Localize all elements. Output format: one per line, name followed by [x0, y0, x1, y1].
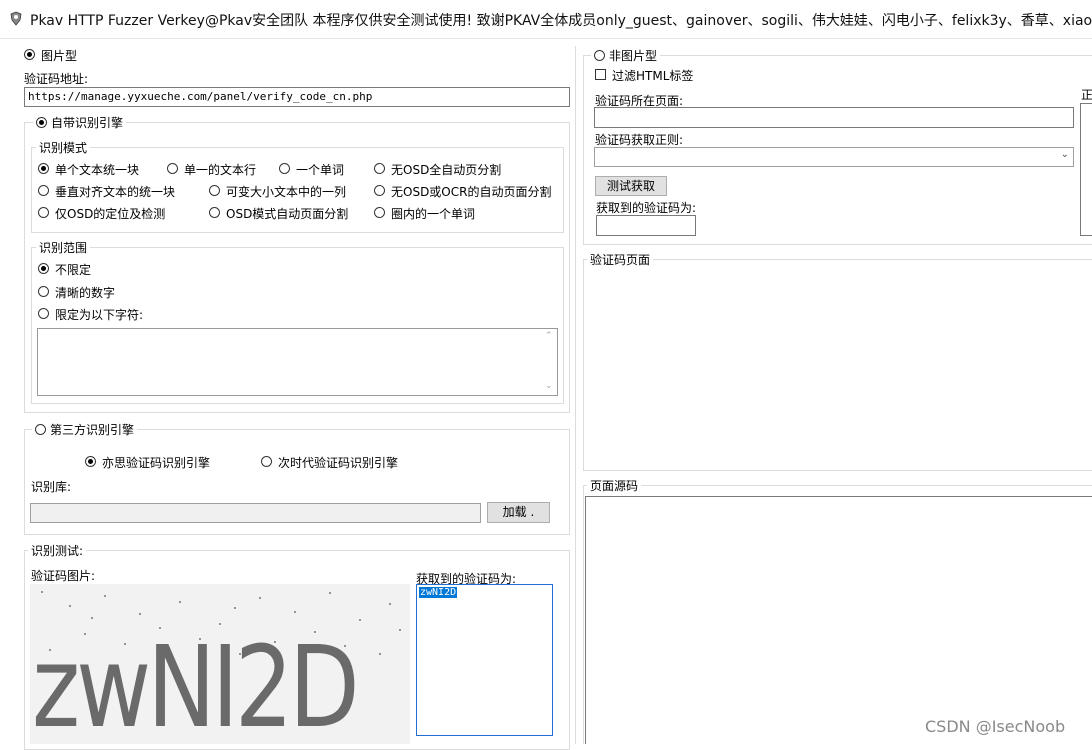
range-label-1: 清晰的数字	[55, 286, 116, 300]
column-separator	[575, 46, 576, 744]
mode-group-label: 识别模式	[36, 139, 91, 156]
captcha-url-input[interactable]: https://manage.yyxueche.com/panel/verify…	[24, 87, 570, 107]
app-icon	[10, 11, 22, 26]
third-party-label: 第三方识别引擎	[50, 423, 135, 437]
mode-label-9: 圈内的一个单词	[391, 207, 476, 221]
mode-radio-5[interactable]	[209, 185, 220, 196]
mode-label-7: 仅OSD的定位及检测	[55, 207, 166, 221]
image-type-radio[interactable]	[24, 49, 35, 60]
captcha-image-label: 验证码图片:	[31, 569, 96, 583]
non-image-label: 非图片型	[609, 49, 658, 63]
filter-html-checkbox[interactable]	[595, 69, 606, 80]
mode-label-6: 无OSD或OCR的自动页面分割	[391, 185, 552, 199]
mode-radio-1[interactable]	[167, 163, 178, 174]
result-value: zwNI2D	[419, 587, 458, 598]
non-image-legend: 非图片型	[591, 47, 661, 64]
image-type-label: 图片型	[41, 49, 78, 63]
builtin-engine-legend: 自带识别引擎	[34, 114, 127, 131]
range-radio-1[interactable]	[38, 286, 49, 297]
mode-label-2: 一个单词	[296, 163, 345, 177]
third-party-radio[interactable]	[35, 424, 46, 435]
range-group-label: 识别范围	[36, 239, 91, 256]
range-radio-0[interactable]	[38, 263, 49, 274]
scroll-up-icon[interactable]: ⌃	[545, 331, 553, 341]
captcha-url-value: https://manage.yyxueche.com/panel/verify…	[28, 90, 373, 103]
test-group-label: 识别测试:	[28, 542, 87, 559]
page-source-label: 页面源码	[587, 477, 642, 494]
got-value-input[interactable]	[596, 215, 696, 236]
library-path-input[interactable]	[30, 503, 481, 523]
textarea-scrollbar[interactable]: ⌃ ⌄	[541, 329, 557, 395]
mode-radio-2[interactable]	[279, 163, 290, 174]
range-label-2: 限定为以下字符:	[55, 308, 144, 322]
range-label-0: 不限定	[55, 263, 92, 277]
window-title: Pkav HTTP Fuzzer Verkey@Pkav安全团队 本程序仅供安全…	[30, 13, 1092, 29]
engine-label-1: 次时代验证码识别引擎	[278, 456, 399, 470]
page-source-textarea[interactable]	[585, 496, 1092, 744]
mode-label-5: 可变大小文本中的一列	[226, 185, 347, 199]
mode-radio-9[interactable]	[374, 207, 385, 218]
captcha-page-group	[583, 259, 1092, 471]
mode-radio-0[interactable]	[38, 163, 49, 174]
mode-label-8: OSD模式自动页面分割	[226, 207, 349, 221]
builtin-engine-label: 自带识别引擎	[51, 116, 124, 130]
library-label: 识别库:	[31, 480, 72, 494]
mode-label-4: 垂直对齐文本的统一块	[55, 185, 176, 199]
mode-radio-4[interactable]	[38, 185, 49, 196]
load-button[interactable]: 加载 .	[487, 502, 550, 523]
regex-label: 验证码获取正则:	[595, 133, 684, 147]
mode-radio-3[interactable]	[374, 163, 385, 174]
builtin-engine-radio[interactable]	[36, 117, 47, 128]
captcha-text: zwNI2D	[32, 623, 360, 744]
chevron-down-icon[interactable]: ⌄	[1061, 149, 1069, 160]
got-label: 获取到的验证码为:	[596, 201, 697, 215]
third-party-legend: 第三方识别引擎	[32, 421, 138, 438]
regex-select[interactable]: ⌄	[594, 147, 1074, 167]
mode-label-1: 单一的文本行	[184, 163, 257, 177]
scroll-down-icon[interactable]: ⌄	[545, 381, 553, 391]
allowed-chars-textarea[interactable]: ⌃ ⌄	[37, 328, 558, 396]
page-input[interactable]	[594, 107, 1074, 128]
non-image-radio[interactable]	[594, 50, 605, 61]
range-radio-2[interactable]	[38, 308, 49, 319]
mode-radio-7[interactable]	[38, 207, 49, 218]
result-textbox[interactable]: zwNI2D	[416, 584, 553, 736]
mode-label-3: 无OSD全自动页分割	[391, 163, 502, 177]
captcha-image: zwNI2D	[30, 584, 410, 744]
mode-radio-8[interactable]	[209, 207, 220, 218]
side-label: 正	[1081, 88, 1092, 102]
filter-html-label: 过滤HTML标签	[612, 69, 694, 83]
captcha-page-label: 验证码页面	[587, 251, 654, 268]
mode-label-0: 单个文本统一块	[55, 163, 140, 177]
engine-radio-0[interactable]	[85, 456, 96, 467]
engine-label-0: 亦思验证码识别引擎	[102, 456, 211, 470]
watermark: CSDN @IsecNoob	[925, 717, 1066, 736]
engine-radio-1[interactable]	[261, 456, 272, 467]
side-panel[interactable]	[1080, 103, 1092, 236]
mode-radio-6[interactable]	[374, 185, 385, 196]
title-bar: Pkav HTTP Fuzzer Verkey@Pkav安全团队 本程序仅供安全…	[0, 0, 1092, 39]
test-fetch-button[interactable]: 测试获取	[595, 176, 667, 196]
captcha-url-label: 验证码地址:	[24, 72, 89, 86]
